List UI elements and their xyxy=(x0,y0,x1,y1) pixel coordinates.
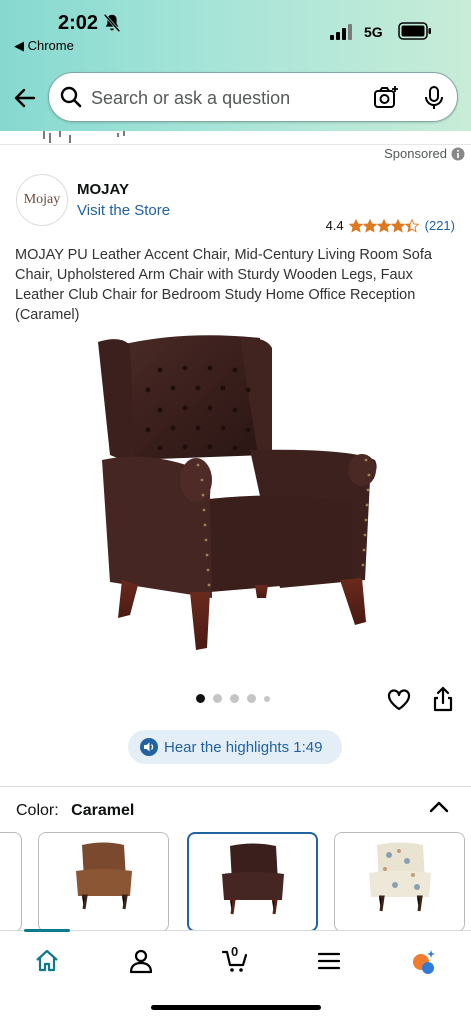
speaker-icon xyxy=(140,738,158,756)
signal-icon xyxy=(330,24,352,40)
search-box[interactable] xyxy=(48,72,458,122)
color-swatch-partial[interactable] xyxy=(0,832,22,932)
nav-account[interactable] xyxy=(121,943,161,979)
color-value: Caramel xyxy=(71,802,135,819)
account-icon xyxy=(129,949,153,974)
color-selector-header[interactable]: Color: Caramel xyxy=(16,802,134,820)
nav-menu[interactable] xyxy=(309,943,349,979)
bell-slash-icon xyxy=(103,13,121,33)
sponsored-text: Sponsored xyxy=(384,146,447,161)
highlights-label: Hear the highlights 1:49 xyxy=(164,738,323,756)
section-divider xyxy=(0,786,471,787)
menu-icon xyxy=(317,952,341,970)
rating-value: 4.4 xyxy=(325,218,344,233)
brand-logo[interactable]: Mojay xyxy=(16,174,68,226)
carousel-dot[interactable] xyxy=(213,694,222,703)
color-swatch-brown[interactable] xyxy=(187,832,318,932)
active-tab-indicator xyxy=(24,929,70,932)
product-title: MOJAY PU Leather Accent Chair, Mid-Centu… xyxy=(15,247,432,323)
rufus-icon xyxy=(413,950,435,974)
carousel-dot[interactable] xyxy=(196,694,205,703)
nav-rufus[interactable] xyxy=(403,943,443,979)
status-time: 2:02 xyxy=(58,12,99,34)
network-label: 5G xyxy=(364,24,383,40)
carousel-dots[interactable] xyxy=(196,694,270,703)
chevron-up-icon[interactable] xyxy=(428,798,450,816)
cart-count: 0 xyxy=(231,944,239,959)
nav-home[interactable] xyxy=(27,943,67,979)
product-image[interactable] xyxy=(90,330,390,660)
home-indicator xyxy=(151,1005,321,1010)
microphone-icon[interactable] xyxy=(423,85,445,111)
carousel-dot[interactable] xyxy=(264,695,270,702)
star-icon xyxy=(376,218,391,233)
search-input[interactable] xyxy=(91,85,361,111)
star-icon xyxy=(348,218,363,233)
review-count[interactable]: (221) xyxy=(425,218,455,233)
battery-icon xyxy=(398,22,431,40)
sponsored-label[interactable]: Sponsored xyxy=(384,146,465,161)
star-icon xyxy=(390,218,405,233)
swatch-image-caramel xyxy=(75,842,132,910)
carousel-dot[interactable] xyxy=(230,694,239,703)
info-icon[interactable] xyxy=(451,147,465,161)
hear-highlights-button[interactable]: Hear the highlights 1:49 xyxy=(128,730,342,764)
header-bar: 2:02 ◀ Chrome 5G xyxy=(0,0,471,131)
share-icon[interactable] xyxy=(432,686,454,712)
heart-icon[interactable] xyxy=(386,687,412,713)
star-icon xyxy=(404,218,419,233)
swatch-image-floral xyxy=(368,842,431,912)
carousel-dot[interactable] xyxy=(247,694,256,703)
brand-logo-text: Mojay xyxy=(23,192,61,207)
previous-content-edge xyxy=(0,131,471,145)
color-swatch-floral[interactable] xyxy=(334,832,465,932)
rating-row[interactable]: 4.4 (221) xyxy=(326,218,455,233)
search-icon xyxy=(60,86,82,108)
search-row xyxy=(0,72,471,124)
back-arrow-icon[interactable] xyxy=(12,85,38,111)
color-swatch-caramel[interactable] xyxy=(38,832,169,932)
star-rating xyxy=(348,218,419,233)
camera-search-icon[interactable] xyxy=(373,85,399,111)
nav-cart[interactable]: 0 xyxy=(215,943,255,979)
home-icon xyxy=(36,949,58,972)
visit-store-link[interactable]: Visit the Store xyxy=(77,202,170,219)
star-icon xyxy=(362,218,377,233)
color-label: Color: xyxy=(16,802,59,819)
brand-name: MOJAY xyxy=(77,181,129,198)
swatch-image-brown xyxy=(221,843,284,915)
back-to-app-link[interactable]: ◀ Chrome xyxy=(14,38,74,54)
